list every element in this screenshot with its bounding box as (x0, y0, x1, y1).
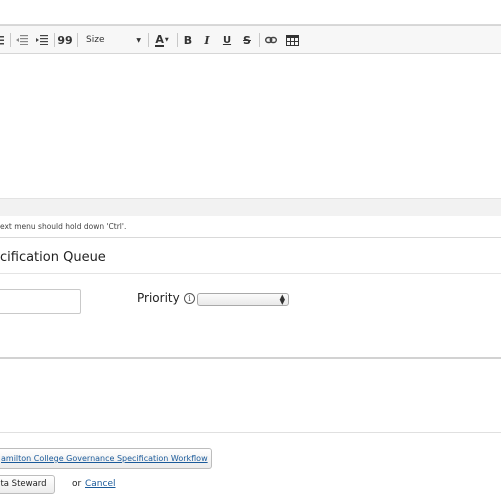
section-divider (0, 273, 501, 274)
toolbar-separator (54, 33, 55, 47)
toolbar-separator (259, 33, 260, 47)
section-divider (0, 432, 501, 433)
text-input[interactable] (0, 289, 81, 314)
italic-icon[interactable]: I (201, 31, 213, 49)
bold-icon[interactable]: B (182, 31, 194, 49)
blockquote-icon[interactable]: 99 (57, 31, 72, 49)
font-size-label: Size (86, 35, 105, 45)
editor-toolbar: 99 Size ▼ A ▼ B I U S (0, 25, 501, 54)
list-icon[interactable] (0, 31, 4, 49)
rich-text-editor[interactable] (0, 54, 501, 198)
editor-hint-text: ext menu should hold down 'Ctrl'. (0, 222, 127, 231)
section-divider (0, 237, 501, 238)
editor-status-bar (0, 198, 501, 216)
chevron-down-icon: ▼ (136, 36, 141, 44)
toolbar-separator (10, 33, 11, 47)
increase-indent-icon[interactable] (35, 31, 49, 49)
link-icon[interactable] (264, 31, 278, 49)
cancel-link[interactable]: Cancel (85, 479, 116, 489)
section-divider (0, 357, 501, 359)
toolbar-separator (177, 33, 178, 47)
underline-icon[interactable]: U (221, 31, 233, 49)
table-icon[interactable] (284, 31, 300, 49)
data-steward-button[interactable]: ta Steward (0, 475, 55, 494)
strikethrough-icon[interactable]: S (241, 31, 253, 49)
select-arrows-icon: ▲ ▼ (279, 293, 285, 306)
info-icon[interactable]: i (184, 293, 195, 304)
workflow-link-button[interactable]: amilton College Governance Specification… (0, 448, 212, 469)
text-color-icon[interactable]: A ▼ (153, 31, 171, 49)
decrease-indent-icon[interactable] (15, 31, 29, 49)
priority-select[interactable]: ▲ ▼ (197, 293, 289, 306)
or-text: or (72, 479, 82, 489)
toolbar-separator (77, 33, 78, 47)
toolbar-separator (148, 33, 149, 47)
font-size-dropdown[interactable]: Size ▼ (80, 31, 144, 49)
section-title: cification Queue (0, 250, 106, 265)
priority-label: Priority (137, 291, 180, 305)
